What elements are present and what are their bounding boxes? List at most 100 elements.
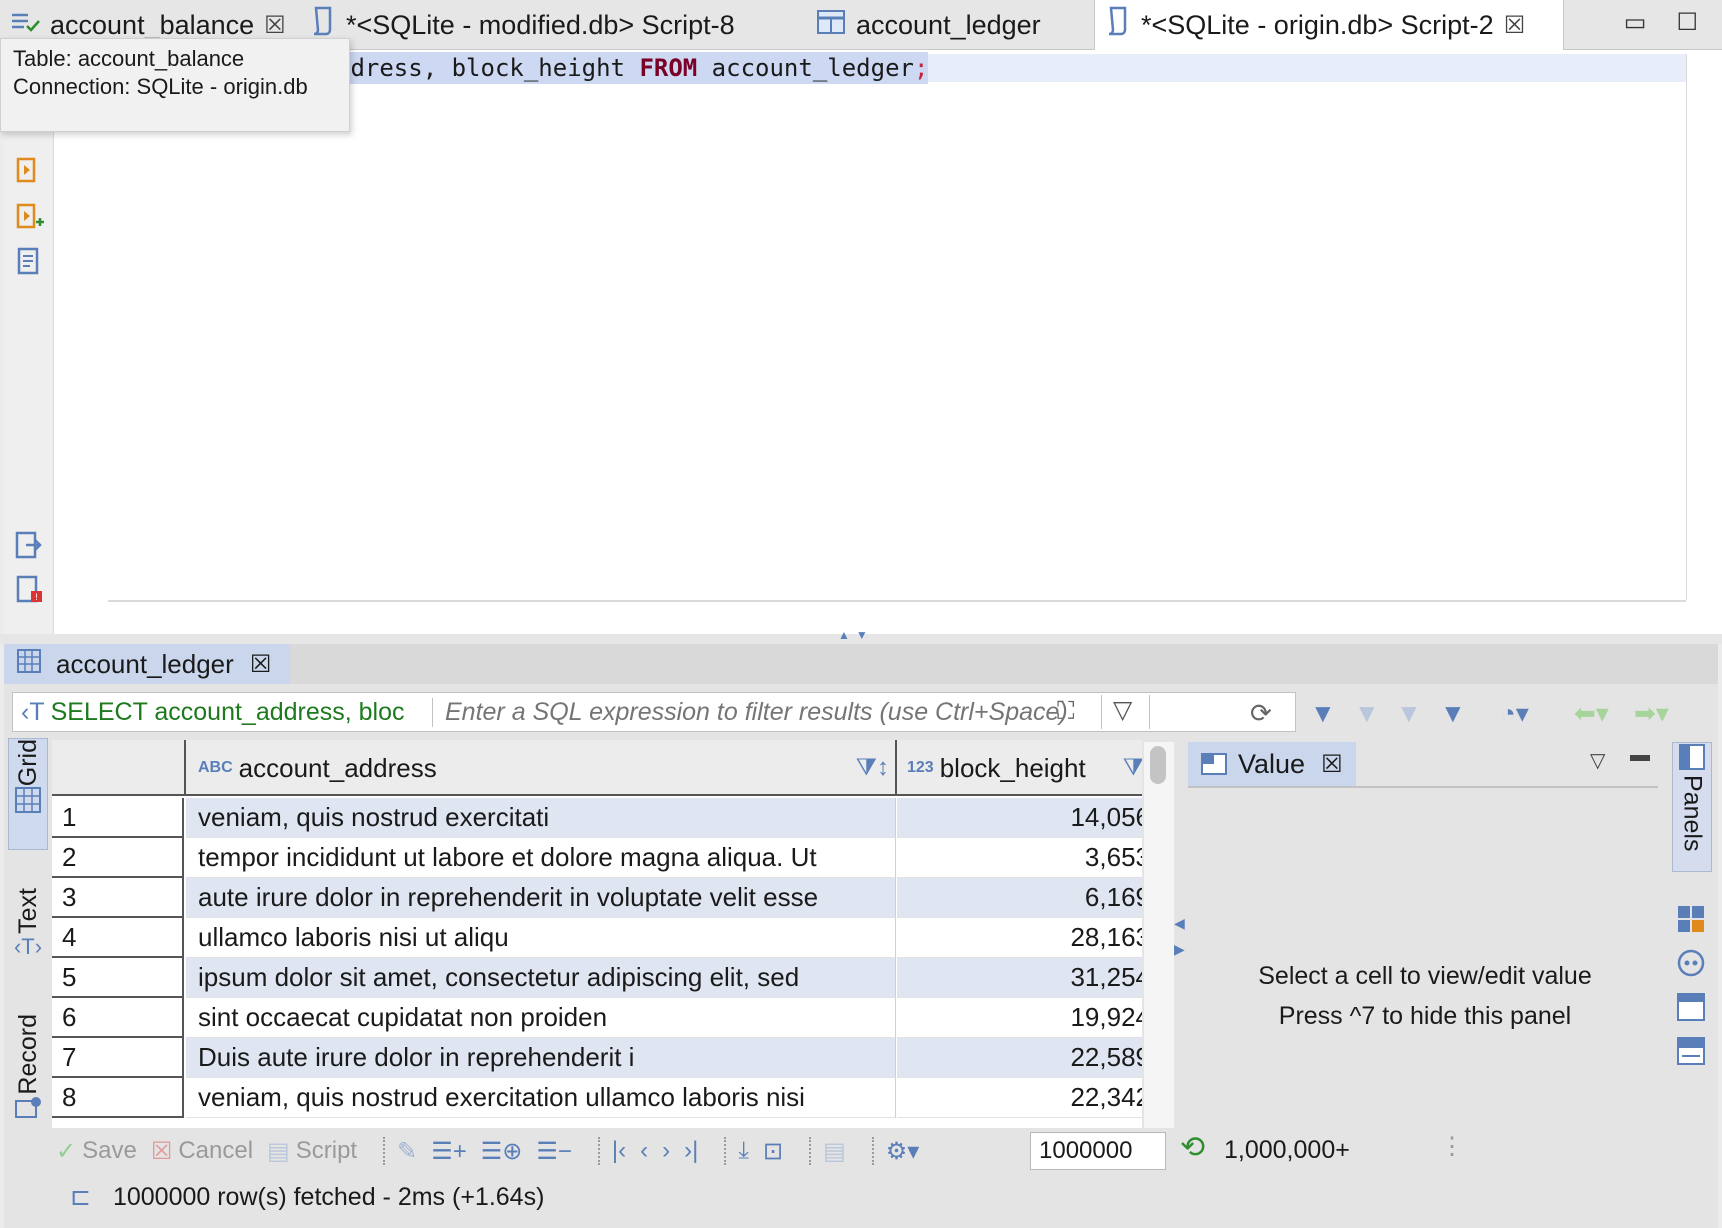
cell-account-address[interactable]: aute irure dolor in reprehenderit in vol… xyxy=(186,878,896,918)
previous-page-icon[interactable]: ‹ xyxy=(640,1137,648,1165)
close-icon[interactable]: ☒ xyxy=(264,11,286,40)
references-icon[interactable] xyxy=(1676,948,1706,978)
back-arrow-icon[interactable]: ⬅▾ xyxy=(1574,698,1609,729)
tab-account-ledger[interactable]: account_ledger xyxy=(806,0,1086,50)
next-page-icon[interactable]: › xyxy=(662,1137,670,1165)
column-filter-sort-icon[interactable]: ⧩↕ xyxy=(1123,754,1142,782)
execute-new-tab-icon[interactable] xyxy=(14,202,44,232)
table-row[interactable]: 2 tempor incididunt ut labore et dolore m… xyxy=(52,838,1142,878)
row-number[interactable]: 6 xyxy=(52,998,184,1038)
cell-account-address[interactable]: ipsum dolor sit amet, consectetur adipis… xyxy=(186,958,896,998)
tab-record[interactable]: Record xyxy=(8,1014,48,1138)
close-icon[interactable]: ☒ xyxy=(250,650,272,679)
row-number[interactable]: 4 xyxy=(52,918,184,958)
row-limit-input[interactable] xyxy=(1030,1132,1166,1170)
sql-editor[interactable] xyxy=(4,50,1722,634)
grid-vertical-scrollbar[interactable] xyxy=(1144,742,1174,1128)
cell-account-address[interactable]: Duis aute irure dolor in reprehenderit i xyxy=(186,1038,896,1078)
table-row[interactable]: 5 ipsum dolor sit amet, consectetur adipi… xyxy=(52,958,1142,998)
filter-settings-icon[interactable]: ▼ xyxy=(1440,698,1466,729)
row-number[interactable]: 7 xyxy=(52,1038,184,1078)
table-row[interactable]: 4ullamco laboris nisi ut aliqu28,163 xyxy=(52,918,1142,958)
panel-collapse-arrows-icon[interactable]: ◀ ▶ xyxy=(1174,910,1185,962)
expand-icon[interactable]: ⛶ xyxy=(1057,697,1075,726)
minimize-icon[interactable]: ▭ xyxy=(1624,8,1647,37)
gear-icon[interactable]: ⚙▾ xyxy=(886,1137,920,1166)
editor-horizontal-scrollbar[interactable] xyxy=(108,600,1686,602)
sql-statement[interactable]: ddress, block_height FROM account_ledger… xyxy=(336,52,929,84)
row-number[interactable]: 1 xyxy=(52,798,184,838)
delete-row-icon[interactable]: ☰− xyxy=(536,1137,572,1166)
execute-script-icon[interactable] xyxy=(14,246,44,276)
export-icon[interactable] xyxy=(14,530,44,560)
tab-text[interactable]: Text ‹T› xyxy=(8,888,48,998)
table-row[interactable]: 8 veniam, quis nostrud exercitation ullam… xyxy=(52,1078,1142,1118)
refresh-mode-icon[interactable]: ◔▾ xyxy=(1500,698,1529,729)
tab-script-2[interactable]: *<SQLite - origin.db> Script-2 ☒ xyxy=(1094,0,1564,50)
tab-value[interactable]: Value ☒ xyxy=(1188,742,1356,786)
row-number[interactable]: 8 xyxy=(52,1078,184,1118)
calculator-icon[interactable] xyxy=(1676,904,1706,934)
cell-account-address[interactable]: sint occaecat cupidatat non proiden xyxy=(186,998,896,1038)
column-header-block-height[interactable]: 123 block_height ⧩↕ xyxy=(897,740,1142,796)
table-row[interactable]: 1veniam, quis nostrud exercitati14,056 xyxy=(52,798,1142,838)
view-menu-icon[interactable]: ▽ xyxy=(1590,748,1605,773)
fetch-next-icon[interactable]: ⤓ xyxy=(738,1137,749,1165)
cell-block-height[interactable]: 22,589 xyxy=(897,1038,1142,1078)
metadata-icon[interactable] xyxy=(1676,992,1706,1022)
grouping-icon[interactable] xyxy=(1676,1036,1706,1066)
fetch-all-icon[interactable]: ⊡ xyxy=(763,1137,783,1166)
filter-history-dropdown-icon[interactable]: ▽ xyxy=(1113,695,1132,725)
tab-results-account-ledger[interactable]: account_ledger ☒ xyxy=(4,644,290,684)
error-log-icon[interactable]: ! xyxy=(14,574,44,604)
cell-block-height[interactable]: 19,924 xyxy=(897,998,1142,1038)
filter-source-query[interactable]: ‹T SELECT account_address, bloc xyxy=(13,697,433,727)
cell-block-height[interactable]: 3,653 xyxy=(897,838,1142,878)
splitter-arrows-icon[interactable]: ▲▼ xyxy=(838,628,874,642)
cell-block-height[interactable]: 22,342 xyxy=(897,1078,1142,1118)
column-filter-sort-icon[interactable]: ⧩↕ xyxy=(856,754,889,782)
cell-account-address[interactable]: veniam, quis nostrud exercitation ullamc… xyxy=(186,1078,896,1118)
cell-block-height[interactable]: 28,163 xyxy=(897,918,1142,958)
maximize-icon[interactable]: ☐ xyxy=(1676,8,1698,37)
table-row[interactable]: 7 Duis aute irure dolor in reprehenderit … xyxy=(52,1038,1142,1078)
minimize-panel-icon[interactable]: ▬ xyxy=(1630,744,1650,767)
cell-account-address[interactable]: tempor incididunt ut labore et dolore ma… xyxy=(186,838,896,878)
refresh-filter-icon[interactable]: ⟳ xyxy=(1250,698,1272,729)
table-row[interactable]: 6 sint occaecat cupidatat non proiden 19,9… xyxy=(52,998,1142,1038)
row-number[interactable]: 5 xyxy=(52,958,184,998)
cell-block-height[interactable]: 6,169 xyxy=(897,878,1142,918)
execute-statement-icon[interactable] xyxy=(14,156,44,186)
filter-input[interactable] xyxy=(433,697,1133,727)
save-filter-icon[interactable]: ▼ xyxy=(1396,698,1422,729)
column-header-account-address[interactable]: ABC account_address ⧩↕ xyxy=(186,740,897,796)
apply-filter-icon[interactable]: ▼ xyxy=(1310,698,1336,729)
tab-grid[interactable]: Grid xyxy=(8,738,48,850)
row-number[interactable]: 2 xyxy=(52,838,184,878)
script-button[interactable]: ▤ Script xyxy=(267,1137,357,1166)
panel-toggle-icon[interactable]: ▤ xyxy=(823,1137,846,1166)
first-page-icon[interactable]: |‹ xyxy=(612,1137,626,1165)
clear-filter-icon[interactable]: ▼ xyxy=(1354,698,1380,729)
editor-vertical-scrollbar[interactable] xyxy=(1686,54,1687,600)
add-row-icon[interactable]: ☰+ xyxy=(431,1137,467,1166)
more-options-icon[interactable]: ⋮ xyxy=(1440,1132,1464,1161)
tab-script-8[interactable]: *<SQLite - modified.db> Script-8 xyxy=(300,0,800,50)
grid-scroll-thumb[interactable] xyxy=(1150,746,1166,784)
cell-account-address[interactable]: ullamco laboris nisi ut aliqu xyxy=(186,918,896,958)
save-button[interactable]: ✓ Save xyxy=(56,1137,137,1166)
cell-account-address[interactable]: veniam, quis nostrud exercitati xyxy=(186,798,896,838)
copy-row-icon[interactable]: ☰⊕ xyxy=(481,1137,523,1166)
edit-row-icon[interactable]: ✎ xyxy=(397,1137,417,1166)
forward-arrow-icon[interactable]: ➡▾ xyxy=(1634,698,1669,729)
refresh-count-icon[interactable]: ⟲ xyxy=(1180,1130,1205,1165)
tab-panels[interactable]: Panels xyxy=(1672,742,1712,872)
table-row[interactable]: 3 aute irure dolor in reprehenderit in vo… xyxy=(52,878,1142,918)
cancel-button[interactable]: ☒ Cancel xyxy=(151,1137,253,1166)
results-grid[interactable]: ABC account_address ⧩↕ 123 block_height … xyxy=(52,740,1142,1128)
cell-block-height[interactable]: 31,254 xyxy=(897,958,1142,998)
close-icon[interactable]: ☒ xyxy=(1321,750,1343,779)
close-icon[interactable]: ☒ xyxy=(1504,11,1526,40)
last-page-icon[interactable]: ›| xyxy=(684,1137,698,1165)
row-number[interactable]: 3 xyxy=(52,878,184,918)
